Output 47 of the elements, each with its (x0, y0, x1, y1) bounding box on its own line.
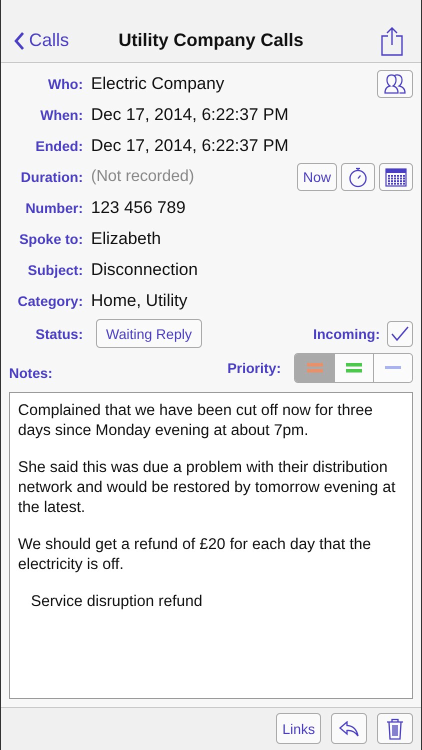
equals-icon (346, 362, 362, 373)
field-label: Ended: (34, 138, 83, 154)
people-icon (383, 73, 407, 96)
chevron-left-icon (13, 30, 25, 51)
field-label: Duration: (20, 169, 83, 186)
field-value[interactable]: Elizabeth (91, 229, 161, 250)
field-label: When: (39, 107, 83, 124)
status-button[interactable]: Waiting Reply (96, 319, 202, 348)
notes-paragraph: We should get a refund of £20 for each day that the electricity is off. (18, 534, 372, 575)
back-button[interactable]: Calls (13, 30, 70, 52)
delete-button[interactable] (377, 713, 413, 744)
notes-paragraph: Service disruption refund (30, 592, 204, 612)
field-value[interactable]: Dec 17, 2014, 6:22:37 PM (91, 136, 289, 156)
equals-icon (306, 362, 322, 373)
field-value[interactable]: Disconnection (91, 260, 198, 280)
field-label: Spoke to: (18, 231, 83, 248)
stopwatch-icon (347, 166, 369, 188)
dash-icon (385, 366, 401, 370)
share-icon (381, 26, 403, 56)
now-button[interactable]: Now (296, 163, 337, 192)
reply-icon (339, 720, 359, 737)
links-button[interactable]: Links (276, 713, 321, 744)
stopwatch-button[interactable] (341, 163, 375, 192)
priority-label: Priority: (227, 360, 281, 376)
field-value[interactable]: Home, Utility (91, 291, 188, 312)
field-label: Category: (16, 293, 83, 310)
notes-paragraph: Complained that we have been cut off now for three days since Monday evening at about 7pm. (18, 400, 374, 441)
field-value[interactable]: 123 456 789 (91, 198, 186, 218)
field-value[interactable]: Dec 17, 2014, 6:22:37 PM (91, 105, 289, 126)
notes-field[interactable] (9, 392, 413, 699)
calendar-button[interactable] (379, 163, 413, 192)
screen-title: Utility Company Calls (118, 30, 304, 52)
trash-icon (386, 718, 404, 740)
status-label: Status: (34, 326, 83, 342)
field-label: Number: (24, 200, 83, 216)
notes-label: Notes: (9, 364, 53, 381)
checkmark-icon (391, 326, 409, 342)
reply-button[interactable] (331, 713, 367, 744)
incoming-label: Incoming: (313, 326, 380, 342)
field-label: Subject: (26, 262, 83, 278)
field-label: Who: (47, 76, 83, 92)
incoming-checkbox[interactable] (387, 320, 413, 347)
field-value[interactable]: Electric Company (91, 74, 224, 94)
notes-paragraph: She said this was due a problem with their distribution network and would be restored by tomorrow evening at the latest. (18, 458, 396, 518)
share-button[interactable] (381, 26, 403, 56)
contacts-button[interactable] (377, 70, 413, 98)
calendar-icon (385, 167, 407, 188)
